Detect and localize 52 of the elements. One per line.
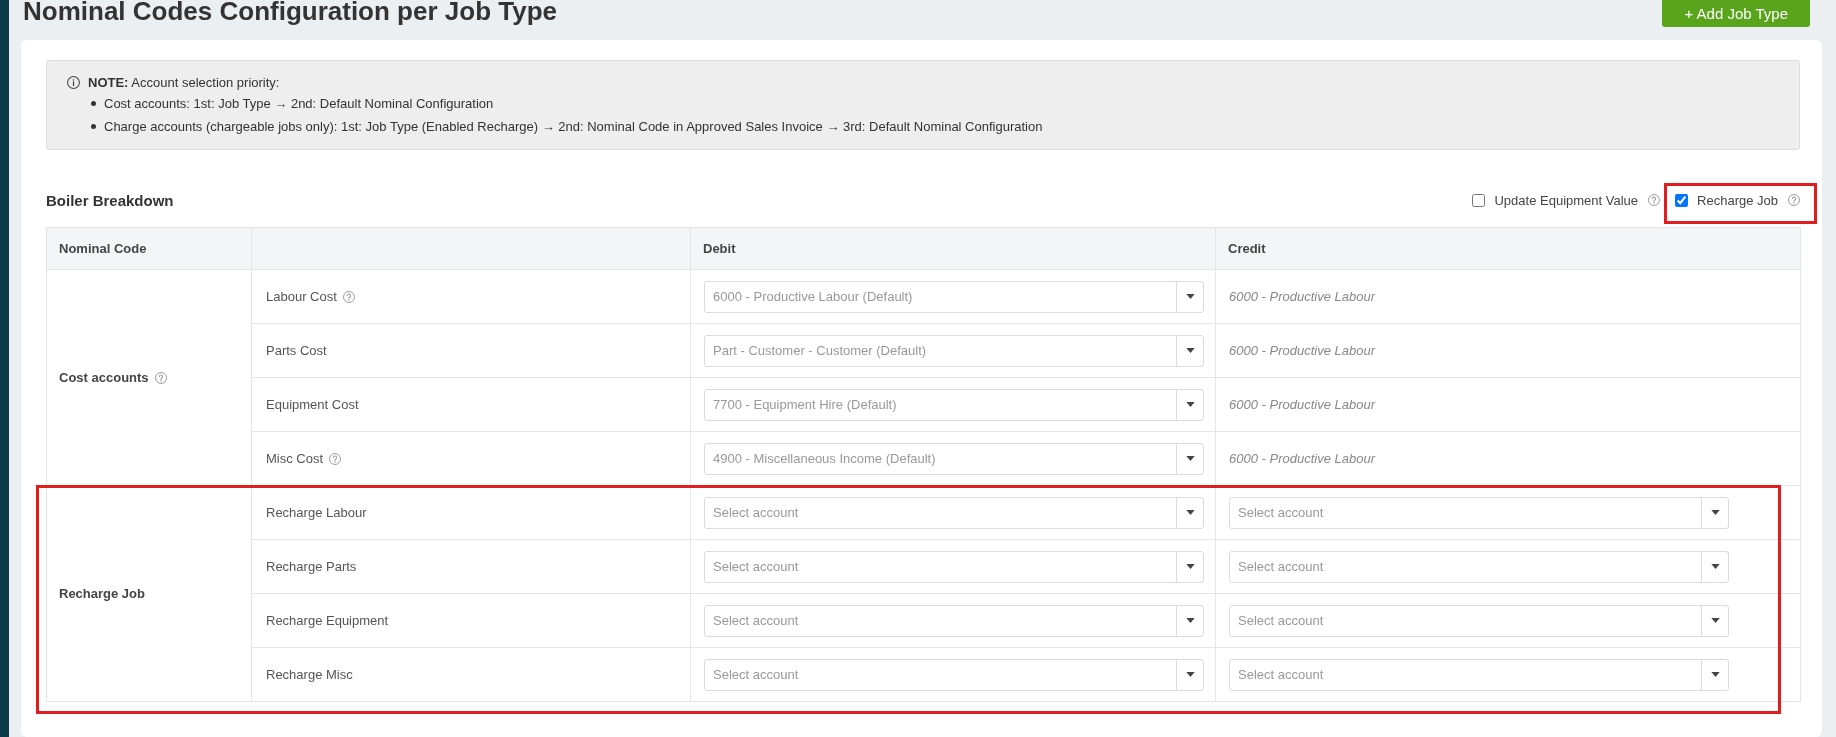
account-select[interactable]: Select account <box>704 550 1204 583</box>
checkbox-label[interactable]: Update Equipment Value <box>1494 192 1639 208</box>
note-item: Charge accounts (chargeable jobs only): 1st: Job Type (Enabled Recharge) → 2nd: Nominal Code in Approved Sales Invoice → 3rd: Default Nominal Configuration <box>104 119 1043 134</box>
row-label: Misc Cost <box>266 451 324 466</box>
info-icon <box>67 75 80 89</box>
account-select[interactable]: Part - Customer - Customer (Default) <box>704 334 1204 367</box>
row-label: Labour Cost <box>266 289 337 304</box>
caret-icon <box>1710 672 1720 677</box>
bullet-icon <box>91 101 96 106</box>
checkbox[interactable] <box>1675 193 1689 207</box>
account-select[interactable]: Select account <box>704 604 1204 637</box>
caret-icon <box>1185 564 1195 569</box>
bullet-icon <box>91 124 96 129</box>
checkbox-label[interactable]: Recharge Job <box>1697 192 1778 208</box>
column-header: Nominal Code <box>46 227 252 270</box>
account-select[interactable]: Select account <box>704 496 1204 529</box>
checkbox[interactable] <box>1472 193 1486 207</box>
note-heading: NOTE: Account selection priority: <box>88 74 280 90</box>
note-item: Cost accounts: 1st: Job Type → 2nd: Default Nominal Configuration <box>104 96 494 111</box>
row-label: Recharge Equipment <box>266 613 389 628</box>
credit-account: 6000 - Productive Labour <box>1229 289 1375 304</box>
caret-icon <box>1185 456 1195 461</box>
account-select[interactable]: Select account <box>1229 550 1729 583</box>
row-label: Recharge Labour <box>266 505 367 520</box>
caret-icon <box>1185 348 1195 353</box>
account-select[interactable]: Select account <box>1229 658 1729 691</box>
caret-icon <box>1185 618 1195 623</box>
row-group-label: Recharge Job <box>59 586 145 601</box>
row-label: Parts Cost <box>266 343 327 358</box>
account-select[interactable]: Select account <box>1229 604 1729 637</box>
caret-icon <box>1710 618 1720 623</box>
column-header: Debit <box>690 227 1216 270</box>
row-label: Equipment Cost <box>266 397 359 412</box>
caret-icon <box>1185 672 1195 677</box>
account-select[interactable]: 6000 - Productive Labour (Default) <box>704 280 1204 313</box>
credit-account: 6000 - Productive Labour <box>1229 343 1375 358</box>
row-label: Recharge Misc <box>266 667 353 682</box>
account-select[interactable]: Select account <box>704 658 1204 691</box>
account-select[interactable]: 7700 - Equipment Hire (Default) <box>704 388 1204 421</box>
section-title: Boiler Breakdown <box>46 191 174 209</box>
caret-icon <box>1185 294 1195 299</box>
caret-icon <box>1185 402 1195 407</box>
row-label: Recharge Parts <box>266 559 357 574</box>
credit-account: 6000 - Productive Labour <box>1229 397 1375 412</box>
credit-account: 6000 - Productive Labour <box>1229 451 1375 466</box>
account-select[interactable]: 4900 - Miscellaneous Income (Default) <box>704 442 1204 475</box>
caret-icon <box>1185 510 1195 515</box>
caret-icon <box>1710 564 1720 569</box>
row-group-label: Cost accounts <box>59 370 149 385</box>
column-header: Credit <box>1215 227 1801 270</box>
account-select[interactable]: Select account <box>1229 496 1729 529</box>
caret-icon <box>1710 510 1720 515</box>
